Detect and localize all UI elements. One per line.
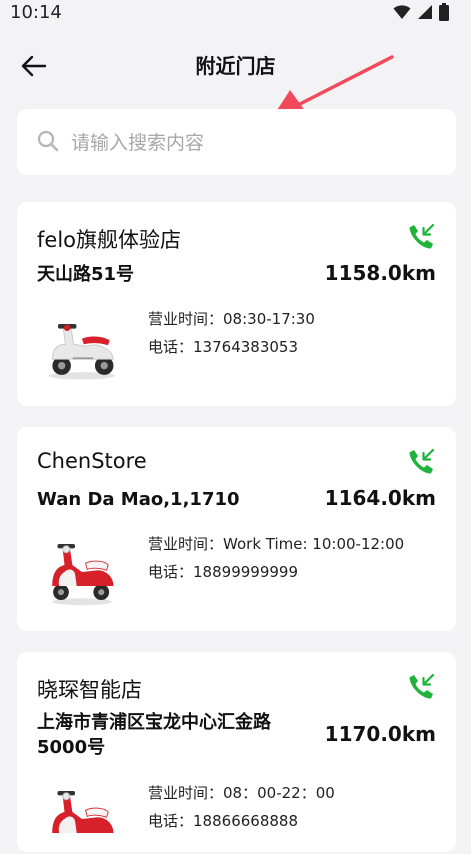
call-button[interactable] xyxy=(406,222,436,252)
phone-call-icon xyxy=(409,223,435,249)
phone-label: 电话： xyxy=(148,338,194,356)
store-distance: 1164.0km xyxy=(324,486,436,510)
status-icons xyxy=(393,3,449,21)
phone-number: 13764383053 xyxy=(193,338,298,356)
store-card[interactable]: ChenStore Wan Da Mao,1,1710 1164.0km 营业时… xyxy=(17,427,456,631)
store-name: ChenStore xyxy=(37,449,147,473)
scooter-image xyxy=(48,324,116,380)
store-address: 天山路51号 xyxy=(37,264,135,285)
business-hours-value: Work Time: 10:00-12:00 xyxy=(223,535,405,553)
phone-call-icon xyxy=(409,448,435,474)
battery-icon xyxy=(439,3,449,21)
business-hours: 营业时间：Work Time: 10:00-12:00 xyxy=(148,533,404,554)
store-card[interactable]: 晓琛智能店 上海市青浦区宝龙中心汇金路5000号 1170.0km 营业时间：0… xyxy=(17,652,456,852)
business-hours-label: 营业时间： xyxy=(148,310,224,328)
store-card[interactable]: felo旗舰体验店 天山路51号 1158.0km 营业时间：08:30-17:… xyxy=(17,202,456,406)
business-hours-value: 08：00-22：00 xyxy=(223,784,335,802)
wifi-icon xyxy=(393,5,411,19)
scooter-image xyxy=(52,791,114,833)
store-distance: 1158.0km xyxy=(324,261,436,285)
page-title: 附近门店 xyxy=(195,54,276,78)
business-hours-value: 08:30-17:30 xyxy=(223,310,315,328)
call-button[interactable] xyxy=(406,447,436,477)
phone-number: 18899999999 xyxy=(193,563,298,581)
business-hours-label: 营业时间： xyxy=(148,535,224,553)
status-time: 10:14 xyxy=(10,2,62,23)
search-box[interactable] xyxy=(17,109,456,175)
scooter-image xyxy=(52,544,114,606)
store-address: 上海市青浦区宝龙中心汇金路5000号 xyxy=(37,712,271,758)
phone-label: 电话： xyxy=(148,563,194,581)
store-distance: 1170.0km xyxy=(324,722,436,746)
store-name: felo旗舰体验店 xyxy=(37,228,181,252)
app-bar: 附近门店 xyxy=(0,30,471,118)
phone-info: 电话：18866668888 xyxy=(148,810,298,831)
call-button[interactable] xyxy=(406,672,436,702)
business-hours: 营业时间：08：00-22：00 xyxy=(148,782,335,803)
phone-info: 电话：13764383053 xyxy=(148,336,298,357)
phone-call-icon xyxy=(409,673,435,699)
search-input[interactable] xyxy=(69,125,433,161)
phone-label: 电话： xyxy=(148,812,194,830)
search-icon xyxy=(37,130,59,152)
phone-number: 18866668888 xyxy=(193,812,298,830)
phone-info: 电话：18899999999 xyxy=(148,561,298,582)
cellular-signal-icon xyxy=(418,5,432,19)
status-bar: 10:14 xyxy=(0,0,471,28)
store-name: 晓琛智能店 xyxy=(37,678,142,702)
business-hours-label: 营业时间： xyxy=(148,784,224,802)
business-hours: 营业时间：08:30-17:30 xyxy=(148,308,315,329)
store-address: Wan Da Mao,1,1710 xyxy=(37,489,240,510)
